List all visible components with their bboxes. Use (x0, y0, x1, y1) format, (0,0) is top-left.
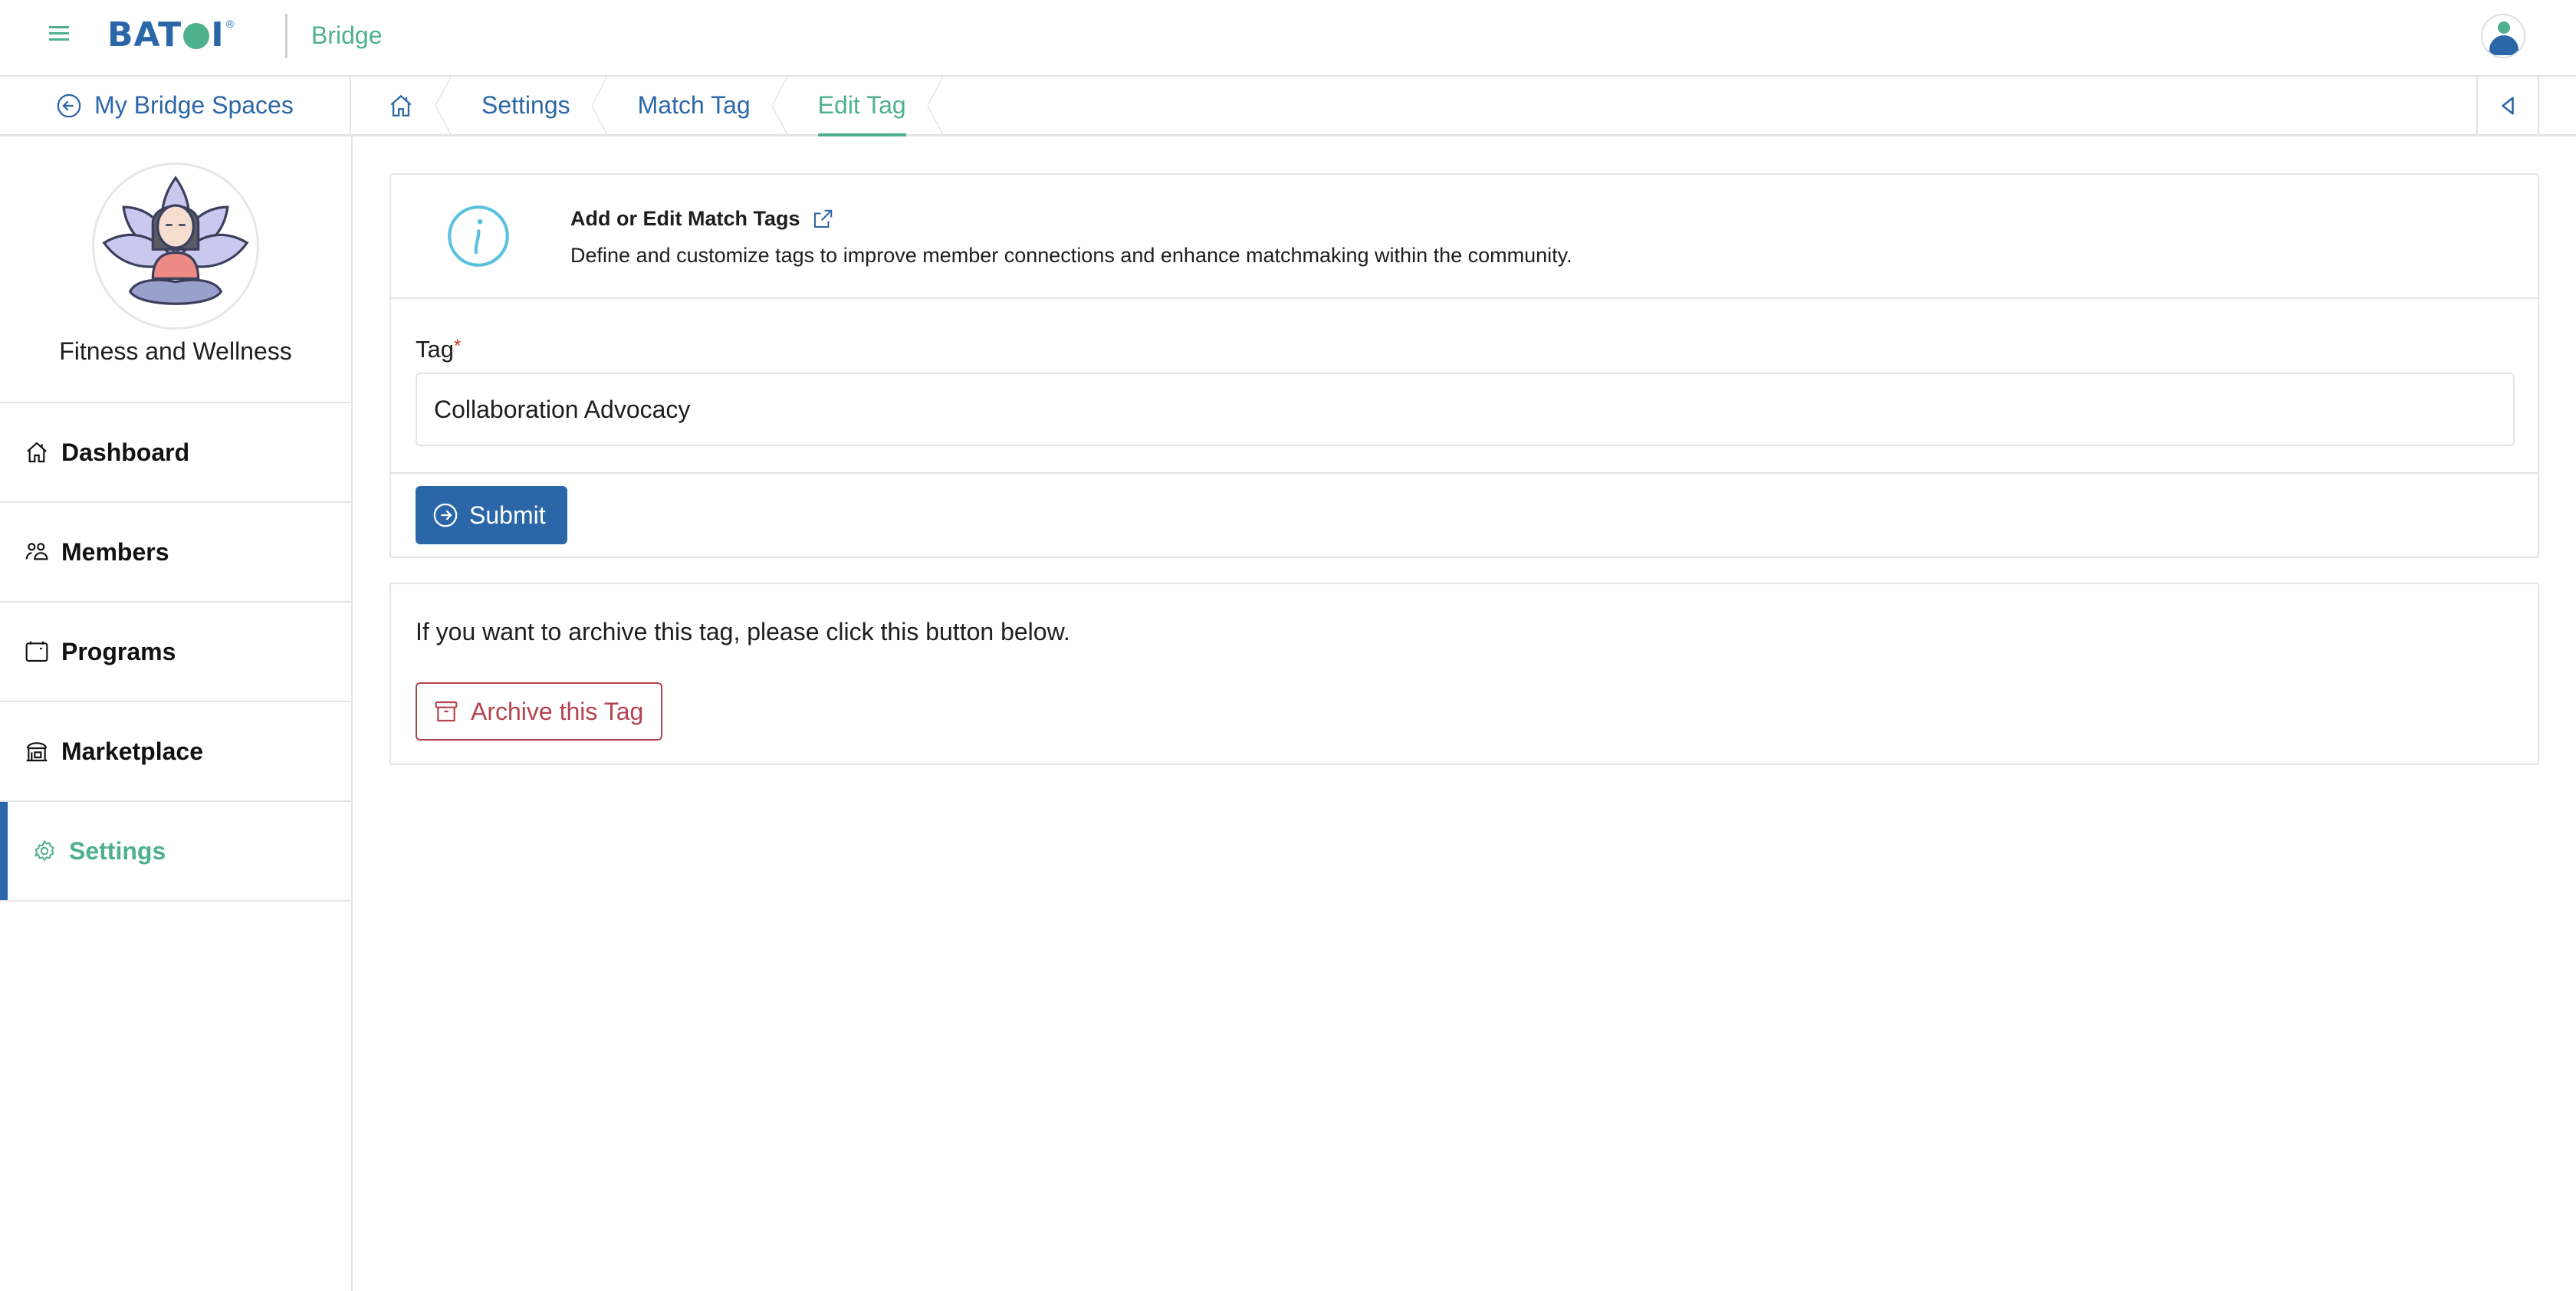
breadcrumb-label: Match Tag (637, 91, 751, 119)
calendar-icon (25, 641, 48, 662)
caret-left-icon (2502, 96, 2514, 115)
tag-field-group: Tag* (391, 299, 2538, 474)
arrow-left-circle-icon (57, 94, 81, 117)
store-icon (26, 742, 48, 762)
home-icon (27, 442, 47, 463)
tag-input[interactable] (416, 373, 2515, 446)
gear-icon (34, 839, 54, 862)
avatar-head (2498, 21, 2510, 34)
home-icon (390, 94, 412, 117)
active-indicator (0, 802, 8, 900)
logo-divider (285, 14, 288, 58)
archive-card: If you want to archive this tag, please … (389, 583, 2539, 765)
info-description: Define and customize tags to improve mem… (570, 244, 1572, 267)
info-icon (448, 205, 509, 267)
sidebar-item-members[interactable]: Members (0, 503, 351, 603)
logo-leaf-icon (183, 23, 210, 49)
sidebar: Fitness and Wellness Dashboard Members P… (0, 136, 353, 1291)
back-link-label: My Bridge Spaces (94, 91, 294, 119)
my-bridge-spaces-link[interactable]: My Bridge Spaces (0, 77, 351, 134)
info-banner: Add or Edit Match Tags Define and custom… (391, 175, 2538, 299)
registered-mark: ® (225, 18, 234, 30)
meditation-illustration-icon (102, 176, 249, 305)
brand-logo[interactable]: BAT I ® (107, 15, 234, 54)
brand-logo-text-end: I (211, 15, 225, 54)
archive-button-label: Archive this Tag (471, 697, 644, 725)
breadcrumb-edit-tag[interactable]: Edit Tag (781, 77, 943, 136)
edit-tag-card: Add or Edit Match Tags Define and custom… (389, 173, 2539, 558)
required-mark: * (453, 336, 462, 356)
hamburger-menu-icon[interactable] (49, 26, 69, 44)
submit-label: Submit (469, 501, 546, 529)
tag-label-text: Tag (416, 336, 454, 363)
breadcrumb-home[interactable] (353, 77, 451, 134)
sidebar-item-programs[interactable]: Programs (0, 603, 351, 702)
avatar-body (2489, 35, 2518, 55)
app-name: Bridge (311, 21, 383, 49)
space-name: Fitness and Wellness (59, 337, 292, 365)
sidebar-item-settings[interactable]: Settings (0, 802, 351, 902)
submit-button[interactable]: Submit (416, 486, 567, 544)
breadcrumb-settings[interactable]: Settings (445, 77, 607, 134)
sidebar-item-dashboard[interactable]: Dashboard (0, 403, 351, 503)
archive-box-icon (435, 701, 458, 722)
breadcrumb-bar: My Bridge Spaces Settings Match Tag Edit… (0, 77, 2576, 136)
users-icon (25, 543, 48, 560)
sidebar-item-label: Programs (61, 637, 176, 665)
breadcrumb-label: Edit Tag (817, 91, 906, 119)
sidebar-item-label: Marketplace (61, 737, 203, 765)
collapse-panel-button[interactable] (2476, 77, 2539, 134)
sidebar-nav: Dashboard Members Programs Marketplace S… (0, 402, 351, 902)
tag-field-label: Tag* (416, 336, 461, 363)
breadcrumb: Settings Match Tag Edit Tag (353, 77, 943, 136)
archive-instructions: If you want to archive this tag, please … (416, 618, 1070, 646)
external-link-icon[interactable] (811, 208, 834, 231)
space-avatar (92, 163, 259, 330)
sidebar-item-label: Dashboard (61, 438, 190, 466)
sidebar-item-marketplace[interactable]: Marketplace (0, 702, 351, 802)
sidebar-item-label: Members (61, 537, 169, 566)
top-header: BAT I ® Bridge (0, 0, 2576, 77)
active-underline (817, 133, 906, 136)
brand-logo-text: BAT (107, 15, 182, 54)
breadcrumb-label: Settings (481, 91, 570, 119)
sidebar-item-label: Settings (69, 836, 166, 865)
breadcrumb-match-tag[interactable]: Match Tag (601, 77, 787, 134)
info-title-text: Add or Edit Match Tags (570, 207, 800, 230)
archive-tag-button[interactable]: Archive this Tag (416, 682, 662, 741)
arrow-right-circle-icon (433, 503, 458, 527)
info-title: Add or Edit Match Tags (570, 207, 834, 231)
user-avatar-button[interactable] (2481, 14, 2525, 58)
